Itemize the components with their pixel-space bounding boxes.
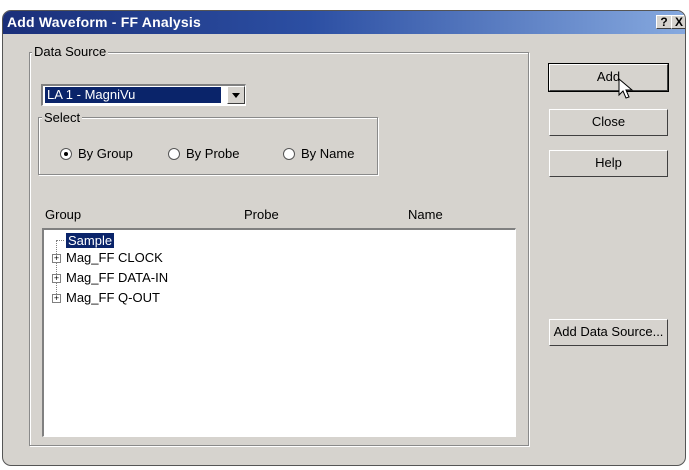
select-legend: Select	[42, 110, 83, 125]
title-bar[interactable]: Add Waveform - FF Analysis ? X	[3, 11, 685, 34]
radio-unchecked-icon	[168, 147, 180, 160]
radio-by-group-label: By Group	[78, 146, 133, 161]
column-header-group: Group	[45, 207, 82, 222]
expand-plus-icon[interactable]: +	[52, 274, 61, 283]
radio-by-probe-label: By Probe	[186, 146, 240, 161]
expand-plus-icon[interactable]: +	[52, 294, 61, 303]
tree-item-mag-ff-clock[interactable]: Mag_FF CLOCK	[66, 250, 163, 265]
close-title-button[interactable]: X	[671, 15, 685, 29]
radio-by-probe[interactable]: By Probe	[168, 146, 239, 161]
data-source-value: LA 1 - MagniVu	[45, 87, 221, 103]
radio-by-group[interactable]: By Group	[60, 146, 133, 161]
tree-connector	[56, 240, 64, 241]
group-tree[interactable]: Sample + Mag_FF CLOCK + Mag_FF DATA-IN +…	[42, 228, 516, 437]
add-button[interactable]: Add	[548, 63, 669, 92]
radio-unchecked-icon	[283, 147, 295, 160]
tree-item-sample[interactable]: Sample	[66, 233, 115, 248]
radio-by-name[interactable]: By Name	[283, 146, 354, 161]
data-source-legend: Data Source	[32, 44, 109, 59]
radio-by-name-label: By Name	[301, 146, 355, 161]
tree-item-mag-ff-data-in[interactable]: Mag_FF DATA-IN	[66, 270, 168, 285]
column-header-name: Name	[408, 207, 443, 222]
tree-connector	[56, 240, 57, 298]
radio-checked-icon	[60, 147, 72, 160]
window-title: Add Waveform - FF Analysis	[7, 14, 201, 30]
mouse-pointer-icon	[618, 78, 634, 99]
help-title-button[interactable]: ?	[656, 15, 672, 29]
chevron-down-icon[interactable]	[227, 86, 245, 104]
expand-plus-icon[interactable]: +	[52, 254, 61, 263]
tree-item-mag-ff-q-out[interactable]: Mag_FF Q-OUT	[66, 290, 160, 305]
column-header-probe: Probe	[244, 207, 279, 222]
data-source-select[interactable]: LA 1 - MagniVu	[41, 84, 246, 106]
help-button[interactable]: Help	[549, 150, 668, 177]
add-data-source-button[interactable]: Add Data Source...	[549, 319, 668, 346]
close-button[interactable]: Close	[549, 109, 668, 136]
